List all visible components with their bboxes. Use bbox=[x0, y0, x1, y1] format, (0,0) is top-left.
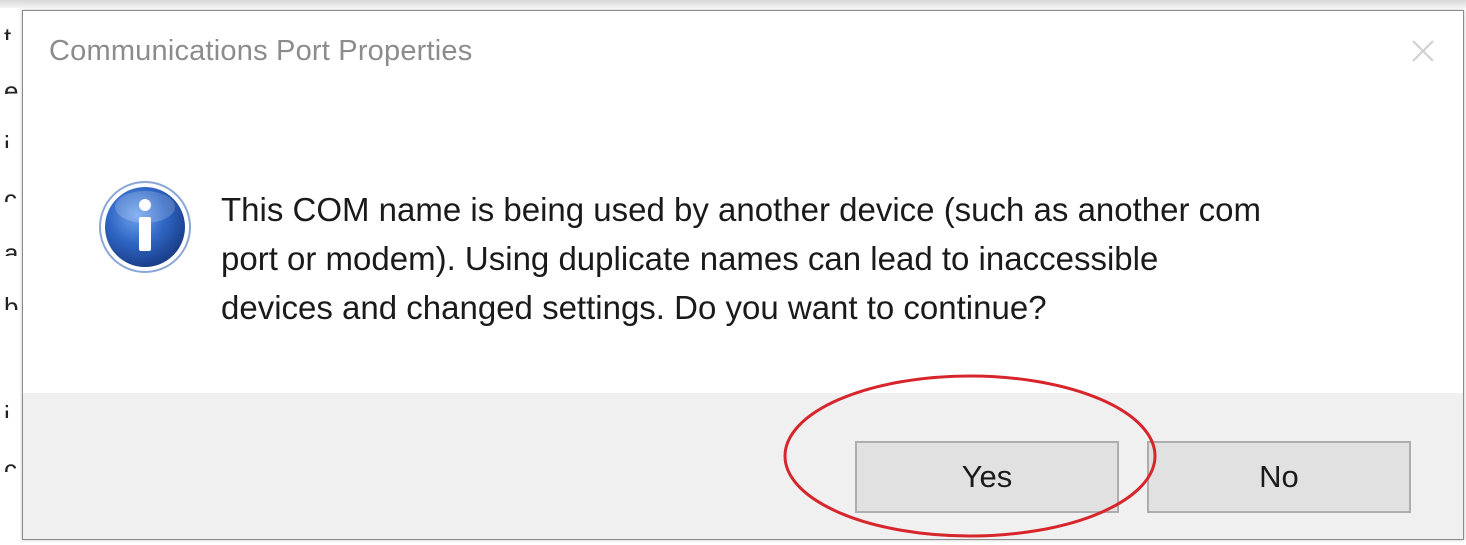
background-window-edge bbox=[0, 0, 1466, 8]
dialog-content: This COM name is being used by another d… bbox=[23, 101, 1463, 393]
message-line: devices and changed settings. Do you wan… bbox=[221, 289, 1047, 326]
message-dialog: Communications Port Properties This COM … bbox=[22, 10, 1464, 540]
message-line: This COM name is being used by another d… bbox=[221, 191, 1262, 228]
background-document-fragments: t e i c a b i c bbox=[4, 22, 19, 472]
close-button[interactable] bbox=[1401, 29, 1445, 73]
dialog-title-bar[interactable]: Communications Port Properties bbox=[23, 11, 1463, 101]
close-icon bbox=[1412, 40, 1434, 62]
message-line: port or modem). Using duplicate names ca… bbox=[221, 240, 1159, 277]
no-button[interactable]: No bbox=[1147, 441, 1411, 513]
dialog-button-bar: Yes No bbox=[23, 393, 1463, 539]
dialog-message: This COM name is being used by another d… bbox=[221, 185, 1381, 332]
yes-button[interactable]: Yes bbox=[855, 441, 1119, 513]
dialog-title: Communications Port Properties bbox=[49, 35, 473, 67]
screenshot-stage: t e i c a b i c Communications Port Prop… bbox=[0, 0, 1466, 545]
info-icon bbox=[97, 179, 193, 275]
